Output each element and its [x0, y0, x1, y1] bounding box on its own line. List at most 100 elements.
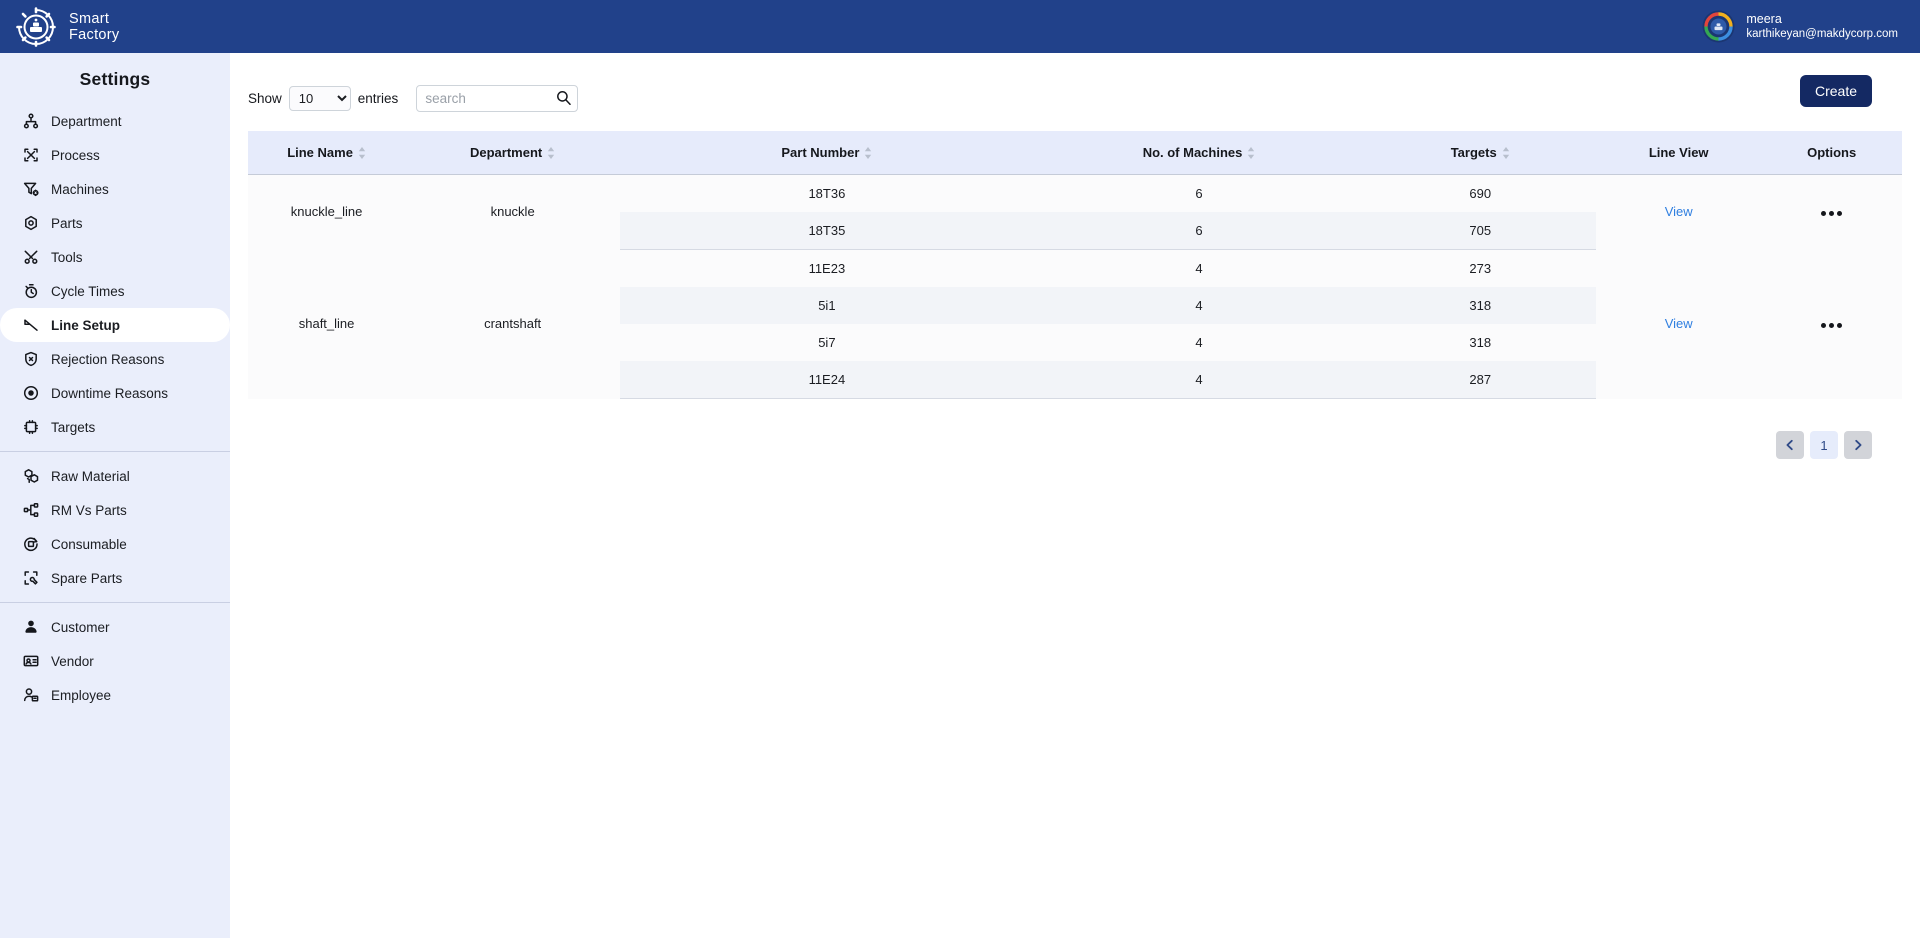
sidebar-item-vendor[interactable]: Vendor — [0, 644, 230, 678]
column-header-department[interactable]: Department — [405, 131, 621, 175]
user-name: meera — [1746, 11, 1782, 26]
sidebar-divider — [0, 602, 230, 603]
pagination: 1 — [230, 431, 1872, 459]
sidebar-item-downtime-reasons[interactable]: Downtime Reasons — [0, 376, 230, 410]
sidebar-item-label: Tools — [51, 249, 83, 265]
column-label: Department — [470, 145, 543, 160]
search-box — [416, 84, 579, 112]
sidebar-item-process[interactable]: Process — [0, 138, 230, 172]
column-header-part-number[interactable]: Part Number — [620, 131, 1034, 175]
cell-line-view: View — [1595, 249, 1762, 399]
table-body: knuckle_line knuckle 18T36 6 690 View 18T35 6 70… — [248, 174, 1902, 399]
cell-targets: 273 — [1364, 249, 1596, 287]
sidebar-item-label: Rejection Reasons — [51, 351, 165, 367]
sidebar: Settings Department Process Machines Parts T… — [0, 53, 230, 938]
column-label: Line Name — [287, 145, 353, 160]
shield-x-icon — [22, 351, 39, 368]
sidebar-item-raw-material[interactable]: Raw Material — [0, 459, 230, 493]
pagination-prev-button[interactable] — [1776, 431, 1804, 459]
gear-factory-logo-icon — [16, 6, 56, 47]
cell-targets: 318 — [1364, 324, 1596, 361]
tools-cross-icon — [22, 249, 39, 266]
sidebar-item-label: Process — [51, 147, 100, 163]
user-menu[interactable]: meera karthikeyan@makdycorp.com — [1702, 10, 1920, 43]
show-label: Show — [248, 90, 282, 106]
column-header-targets[interactable]: Targets — [1364, 131, 1596, 175]
column-label: Targets — [1450, 145, 1497, 160]
sidebar-item-label: Machines — [51, 181, 109, 197]
entries-per-page-select[interactable]: 102550100 — [288, 85, 351, 111]
ellipsis-icon[interactable] — [1821, 323, 1843, 328]
recycle-icon — [22, 536, 39, 553]
top-bar: Smart Factory meera karthikeyan@makdycor… — [0, 0, 1920, 53]
sidebar-item-tools[interactable]: Tools — [0, 240, 230, 274]
sort-arrows-icon[interactable] — [1247, 146, 1255, 160]
column-header-no-of-machines[interactable]: No. of Machines — [1033, 131, 1365, 175]
employee-badge-icon — [22, 687, 39, 704]
record-circle-icon — [22, 385, 39, 402]
sidebar-item-label: Spare Parts — [51, 570, 123, 586]
pagination-page-1[interactable]: 1 — [1810, 431, 1838, 459]
avatar — [1702, 10, 1735, 43]
cell-line-name: knuckle_line — [248, 174, 406, 250]
process-shuffle-icon — [22, 147, 39, 164]
column-label: Options — [1807, 145, 1857, 160]
sidebar-item-department[interactable]: Department — [0, 104, 230, 138]
sidebar-title: Settings — [79, 69, 151, 89]
sort-arrows-icon[interactable] — [1502, 146, 1510, 160]
sort-arrows-icon[interactable] — [358, 146, 366, 160]
parts-node-icon — [22, 215, 39, 232]
sort-arrows-icon[interactable] — [864, 146, 872, 160]
cell-machines: 4 — [1033, 324, 1365, 361]
sidebar-item-label: Downtime Reasons — [51, 385, 169, 401]
brand-line-2: Factory — [69, 26, 120, 43]
search-input[interactable] — [416, 84, 579, 112]
sidebar-item-label: Line Setup — [51, 317, 121, 333]
chevron-left-icon — [1784, 439, 1796, 451]
table-row: knuckle_line knuckle 18T36 6 690 View — [248, 174, 1902, 250]
sidebar-item-label: Employee — [51, 687, 112, 703]
sidebar-item-parts[interactable]: Parts — [0, 206, 230, 240]
cell-department: crantshaft — [405, 249, 621, 399]
target-puzzle-icon — [22, 419, 39, 436]
sidebar-item-label: Raw Material — [51, 468, 130, 484]
sidebar-item-consumable[interactable]: Consumable — [0, 527, 230, 561]
sidebar-item-rm-vs-parts[interactable]: RM Vs Parts — [0, 493, 230, 527]
sidebar-item-label: Parts — [51, 215, 83, 231]
sort-arrows-icon[interactable] — [547, 146, 555, 160]
column-header-line-view: Line View — [1595, 131, 1762, 175]
cell-part-number: 5i7 — [620, 324, 1034, 361]
brand-text: Smart Factory — [69, 11, 119, 43]
cell-part-number: 11E23 — [620, 249, 1034, 287]
sidebar-item-rejection-reasons[interactable]: Rejection Reasons — [0, 342, 230, 376]
sidebar-item-employee[interactable]: Employee — [0, 678, 230, 712]
create-button[interactable]: Create — [1799, 75, 1872, 107]
sidebar-item-customer[interactable]: Customer — [0, 610, 230, 644]
table-row: shaft_line crantshaft 11E23 4 273 View — [248, 249, 1902, 399]
column-label: Line View — [1648, 145, 1709, 160]
sidebar-item-label: Cycle Times — [51, 283, 125, 299]
sidebar-item-spare-parts[interactable]: Spare Parts — [0, 561, 230, 595]
pagination-next-button[interactable] — [1844, 431, 1872, 459]
stopwatch-icon — [22, 283, 39, 300]
sidebar-item-targets[interactable]: Targets — [0, 410, 230, 444]
view-link[interactable]: View — [1665, 204, 1693, 219]
user-email: karthikeyan@makdycorp.com — [1746, 27, 1898, 40]
sidebar-item-label: Customer — [51, 619, 110, 635]
cell-options — [1761, 174, 1902, 250]
column-header-options: Options — [1761, 131, 1902, 175]
line-setup-table: Line Name Department Part Number No. of Mac… — [248, 131, 1902, 399]
cell-machines: 6 — [1033, 174, 1365, 212]
view-link[interactable]: View — [1665, 316, 1693, 331]
search-icon[interactable] — [556, 90, 572, 105]
column-header-line-name[interactable]: Line Name — [248, 131, 406, 175]
sidebar-item-line-setup[interactable]: Line Setup — [0, 308, 230, 342]
line-setup-icon — [22, 317, 39, 334]
sidebar-nav: Department Process Machines Parts Tools Cycle… — [0, 104, 230, 712]
brand[interactable]: Smart Factory — [0, 6, 119, 47]
sidebar-item-cycle-times[interactable]: Cycle Times — [0, 274, 230, 308]
cell-machines: 4 — [1033, 361, 1365, 399]
ellipsis-icon[interactable] — [1821, 211, 1843, 217]
sidebar-item-label: Consumable — [51, 536, 127, 552]
sidebar-item-machines[interactable]: Machines — [0, 172, 230, 206]
